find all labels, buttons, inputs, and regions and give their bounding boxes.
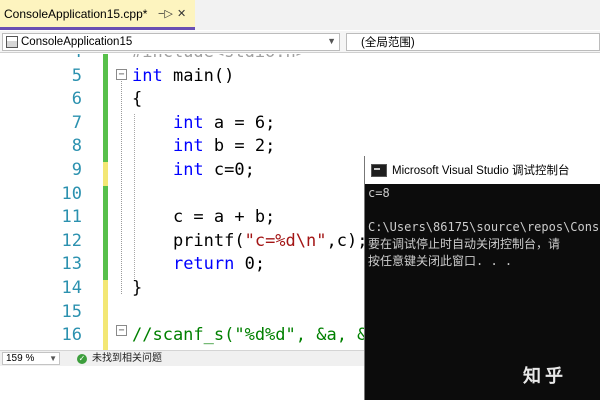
change-marker (103, 54, 108, 68)
change-marker (103, 303, 108, 328)
zoom-level: 159 % (6, 353, 35, 364)
code-line[interactable]: } (132, 278, 142, 298)
collapse-comment-icon[interactable]: − (116, 325, 127, 336)
code-token: 0; (234, 254, 266, 275)
line-number-gutter: 4 5 67 8 9 10 1112 13 14 15 16 (0, 54, 82, 350)
project-dropdown[interactable]: ConsoleApplication15 ▼ (2, 33, 340, 51)
line-number: 13 (61, 254, 82, 275)
console-line: 要在调试停止时自动关闭控制台，请 (368, 237, 561, 251)
code-token: int (132, 65, 163, 86)
project-dropdown-label: ConsoleApplication15 (21, 36, 133, 48)
code-token: b = 2; (203, 136, 276, 157)
code-token: int (172, 160, 204, 180)
document-tab-strip: ConsoleApplication15.cpp* −▷ ✕ (0, 0, 600, 30)
code-token: main() (162, 65, 235, 86)
code-token: return (172, 254, 235, 275)
code-line[interactable]: int c=0; (132, 160, 255, 180)
tab-consoleapplication15-cpp[interactable]: ConsoleApplication15.cpp* −▷ ✕ (0, 0, 195, 30)
line-number: 14 (61, 278, 82, 298)
code-line[interactable]: int main() (132, 66, 234, 86)
navigation-bar: ConsoleApplication15 ▼ (全局范围) (0, 31, 600, 53)
line-number: 11 (61, 207, 82, 228)
change-marker (103, 280, 108, 304)
zoom-dropdown[interactable]: 159 % ▼ (2, 352, 60, 365)
change-marker (103, 256, 108, 280)
code-token: //scanf_s("%d%d", &a, &b) (132, 325, 388, 346)
chevron-down-icon[interactable]: ▼ (327, 36, 336, 46)
line-number: 15 (61, 301, 82, 322)
code-line[interactable]: int a = 6; (132, 113, 275, 133)
change-marker (103, 114, 108, 139)
code-line[interactable]: c = a + b; (132, 207, 275, 227)
console-output: c=8 C:\Users\86175\source\repos\Cons 要在调试… (368, 185, 600, 270)
code-token: "c=%d\n" (244, 230, 327, 251)
pin-icon[interactable]: −▷ (158, 7, 173, 20)
tab-title: ConsoleApplication15.cpp* (4, 6, 148, 21)
console-line: 按任意键关闭此窗口. . . (368, 254, 513, 268)
code-line[interactable]: printf("c=%d\n",c); (132, 230, 368, 251)
code-token: c=0; (203, 160, 255, 180)
change-marker (103, 162, 108, 186)
check-icon: ✓ (77, 354, 87, 364)
watermark: 知乎 (523, 366, 567, 386)
line-number: 16 (61, 325, 82, 346)
code-token: } (132, 278, 143, 298)
scope-dropdown[interactable]: (全局范围) (346, 33, 600, 51)
code-token: printf( (132, 230, 245, 251)
code-line[interactable]: #include<stdio.h> (132, 54, 306, 62)
code-line[interactable]: return 0; (132, 254, 265, 274)
code-token: a = 6; (203, 112, 276, 133)
line-number: 8 (71, 136, 82, 157)
close-icon[interactable]: ✕ (177, 7, 186, 20)
console-line: c=8 (368, 186, 390, 200)
code-token: #include<stdio.h> (132, 54, 306, 62)
debug-console-window[interactable]: Microsoft Visual Studio 调试控制台 c=8 C:\Use… (364, 156, 600, 400)
change-marker (103, 209, 108, 233)
code-line[interactable]: //scanf_s("%d%d", &a, &b) (132, 325, 388, 345)
code-line[interactable]: int b = 2; (132, 136, 275, 156)
console-app-icon (371, 163, 387, 177)
console-line: C:\Users\86175\source\repos\Cons (368, 220, 600, 234)
code-token: ,c); (326, 230, 368, 251)
outline-line (121, 81, 122, 294)
change-marker (103, 185, 108, 210)
console-title: Microsoft Visual Studio 调试控制台 (392, 165, 570, 177)
change-marker (103, 327, 108, 350)
line-number: 5 (71, 65, 82, 86)
line-number: 6 (71, 89, 82, 110)
code-token: int (172, 112, 204, 133)
line-number: 7 (71, 112, 82, 133)
project-icon (6, 36, 18, 48)
line-number: 4 (2, 54, 82, 62)
change-marker (103, 91, 108, 115)
code-token: { (132, 89, 143, 110)
chevron-down-icon[interactable]: ▼ (49, 353, 57, 365)
line-number: 10 (61, 183, 82, 204)
console-titlebar[interactable]: Microsoft Visual Studio 调试控制台 (365, 156, 600, 184)
change-marker (103, 232, 108, 257)
code-token: c = a + b; (132, 207, 276, 228)
collapse-main-icon[interactable]: − (116, 69, 127, 80)
line-number: 12 (61, 230, 82, 251)
change-marker (103, 138, 108, 162)
change-marker (103, 67, 108, 92)
code-line[interactable]: { (132, 89, 142, 109)
line-number: 9 (71, 160, 82, 180)
issues-status[interactable]: 未找到相关问题 (92, 352, 162, 365)
code-token: int (172, 136, 204, 157)
scope-dropdown-label: (全局范围) (361, 37, 415, 49)
